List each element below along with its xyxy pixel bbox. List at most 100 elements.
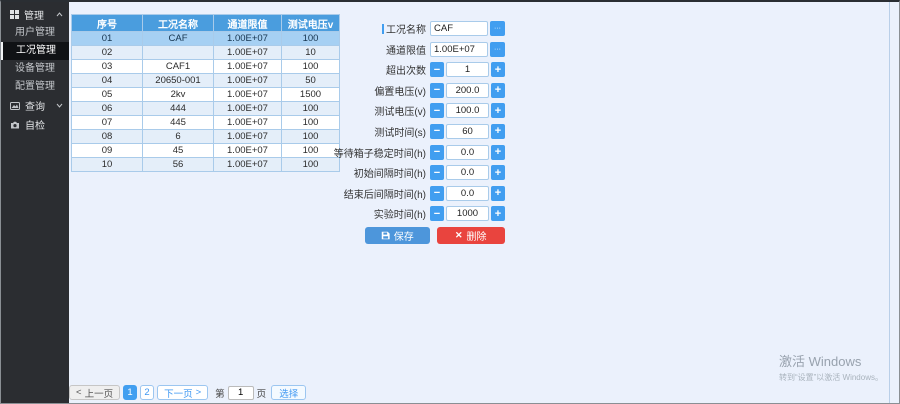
minus-button[interactable]: − xyxy=(430,83,444,98)
table-header-row: 序号 工况名称 通道限值 测试电压v xyxy=(72,15,340,32)
delete-button[interactable]: ✕ 删除 xyxy=(437,227,505,244)
plus-button[interactable]: + xyxy=(491,62,505,77)
save-floppy-icon xyxy=(381,231,390,240)
initial-interval-input[interactable] xyxy=(446,165,489,180)
plus-button[interactable]: + xyxy=(491,103,505,118)
minus-button[interactable]: − xyxy=(430,145,444,160)
cell-limit[interactable]: 1.00E+07 xyxy=(214,158,282,172)
cell-limit[interactable]: 1.00E+07 xyxy=(214,116,282,130)
sidebar-group-label: 查询 xyxy=(25,98,45,113)
plus-button[interactable]: + xyxy=(491,206,505,221)
cell-no[interactable]: 02 xyxy=(72,46,143,60)
page-number-input[interactable] xyxy=(228,386,254,400)
cell-no[interactable]: 10 xyxy=(72,158,143,172)
table-row[interactable]: 03 CAF1 1.00E+07 100 xyxy=(72,60,340,74)
minus-button[interactable]: − xyxy=(430,124,444,139)
sidebar-item-device-manage[interactable]: 设备管理 xyxy=(1,60,69,78)
cell-name[interactable]: CAF1 xyxy=(143,60,214,74)
table-row[interactable]: 04 20650-001 1.00E+07 50 xyxy=(72,74,340,88)
pagination: < 上一页 1 2 下一页 > 第 页 选择 xyxy=(69,385,306,400)
plus-button[interactable]: + xyxy=(491,186,505,201)
cell-no[interactable]: 04 xyxy=(72,74,143,88)
table-row[interactable]: 10 56 1.00E+07 100 xyxy=(72,158,340,172)
test-voltage-input[interactable] xyxy=(446,103,489,118)
cell-limit[interactable]: 1.00E+07 xyxy=(214,102,282,116)
plus-button[interactable]: + xyxy=(491,83,505,98)
cell-limit[interactable]: 1.00E+07 xyxy=(214,60,282,74)
sidebar-item-condition-manage[interactable]: 工况管理 xyxy=(1,42,69,60)
page-2-button[interactable]: 2 xyxy=(140,385,154,400)
cell-name[interactable]: 6 xyxy=(143,130,214,144)
cell-no[interactable]: 03 xyxy=(72,60,143,74)
sidebar-item-user-manage[interactable]: 用户管理 xyxy=(1,24,69,42)
table-row[interactable]: 05 2kv 1.00E+07 1500 xyxy=(72,88,340,102)
ellipsis-button[interactable]: ··· xyxy=(490,21,505,36)
close-icon: ✕ xyxy=(455,230,463,241)
prev-page-button[interactable]: < 上一页 xyxy=(69,385,120,400)
minus-button[interactable]: − xyxy=(430,103,444,118)
table-row[interactable]: 01 CAF 1.00E+07 100 xyxy=(72,32,340,46)
cell-name[interactable]: CAF xyxy=(143,32,214,46)
minus-button[interactable]: − xyxy=(430,62,444,77)
plus-button[interactable]: + xyxy=(491,145,505,160)
cell-no[interactable]: 05 xyxy=(72,88,143,102)
condition-name-input[interactable] xyxy=(430,21,488,36)
sidebar-group-query[interactable]: 查询 xyxy=(1,96,69,115)
sidebar-item-config-manage[interactable]: 配置管理 xyxy=(1,78,69,96)
cell-name[interactable] xyxy=(143,46,214,60)
field-condition-name: 工况名称 ··· xyxy=(301,21,505,36)
field-label: 通道限值 xyxy=(301,42,430,57)
plus-button[interactable]: + xyxy=(491,124,505,139)
cell-limit[interactable]: 1.00E+07 xyxy=(214,130,282,144)
table-row[interactable]: 08 6 1.00E+07 100 xyxy=(72,130,340,144)
cell-limit[interactable]: 1.00E+07 xyxy=(214,88,282,102)
field-label: 测试时间(s) xyxy=(301,124,430,139)
save-button[interactable]: 保存 xyxy=(365,227,430,244)
cell-name[interactable]: 20650-001 xyxy=(143,74,214,88)
cell-limit[interactable]: 1.00E+07 xyxy=(214,74,282,88)
cell-no[interactable]: 07 xyxy=(72,116,143,130)
cell-name[interactable]: 45 xyxy=(143,144,214,158)
minus-button[interactable]: − xyxy=(430,165,444,180)
form-buttons: 保存 ✕ 删除 xyxy=(365,227,505,244)
table-row[interactable]: 02 1.00E+07 10 xyxy=(72,46,340,60)
cell-name[interactable]: 56 xyxy=(143,158,214,172)
test-time-input[interactable] xyxy=(446,124,489,139)
cell-limit[interactable]: 1.00E+07 xyxy=(214,144,282,158)
cell-name[interactable]: 444 xyxy=(143,102,214,116)
sidebar-item-selfcheck[interactable]: 自检 xyxy=(1,115,69,134)
condition-form: 工况名称 ··· 通道限值 ··· 超出次数 − + 偏置电压(v) xyxy=(301,21,505,244)
exceed-count-input[interactable] xyxy=(446,62,489,77)
cell-no[interactable]: 01 xyxy=(72,32,143,46)
channel-limit-input[interactable] xyxy=(430,42,488,57)
next-page-button[interactable]: 下一页 > xyxy=(157,385,208,400)
wait-stable-time-input[interactable] xyxy=(446,145,489,160)
cell-name[interactable]: 445 xyxy=(143,116,214,130)
page-1-button[interactable]: 1 xyxy=(123,385,137,400)
chevron-right-icon: > xyxy=(196,387,202,398)
ellipsis-button[interactable]: ··· xyxy=(490,42,505,57)
cell-limit[interactable]: 1.00E+07 xyxy=(214,46,282,60)
minus-button[interactable]: − xyxy=(430,186,444,201)
cell-limit[interactable]: 1.00E+07 xyxy=(214,32,282,46)
cell-no[interactable]: 06 xyxy=(72,102,143,116)
sidebar-group-label: 管理 xyxy=(24,7,44,22)
end-interval-input[interactable] xyxy=(446,186,489,201)
image-chart-icon xyxy=(10,102,20,110)
sidebar-group-manage[interactable]: 管理 xyxy=(1,5,69,24)
bias-voltage-input[interactable] xyxy=(446,83,489,98)
condition-table: 序号 工况名称 通道限值 测试电压v 01 CAF 1.00E+07 100 0… xyxy=(71,14,340,172)
page-suffix-label: 页 xyxy=(257,386,267,400)
plus-button[interactable]: + xyxy=(491,165,505,180)
table-row[interactable]: 06 444 1.00E+07 100 xyxy=(72,102,340,116)
minus-button[interactable]: − xyxy=(430,206,444,221)
cell-no[interactable]: 09 xyxy=(72,144,143,158)
select-page-button[interactable]: 选择 xyxy=(271,385,306,400)
field-initial-interval: 初始间隔时间(h) − + xyxy=(301,165,505,180)
table-row[interactable]: 09 45 1.00E+07 100 xyxy=(72,144,340,158)
experiment-time-input[interactable] xyxy=(446,206,489,221)
table-row[interactable]: 07 445 1.00E+07 100 xyxy=(72,116,340,130)
cell-no[interactable]: 08 xyxy=(72,130,143,144)
cell-name[interactable]: 2kv xyxy=(143,88,214,102)
camera-icon xyxy=(10,121,20,129)
